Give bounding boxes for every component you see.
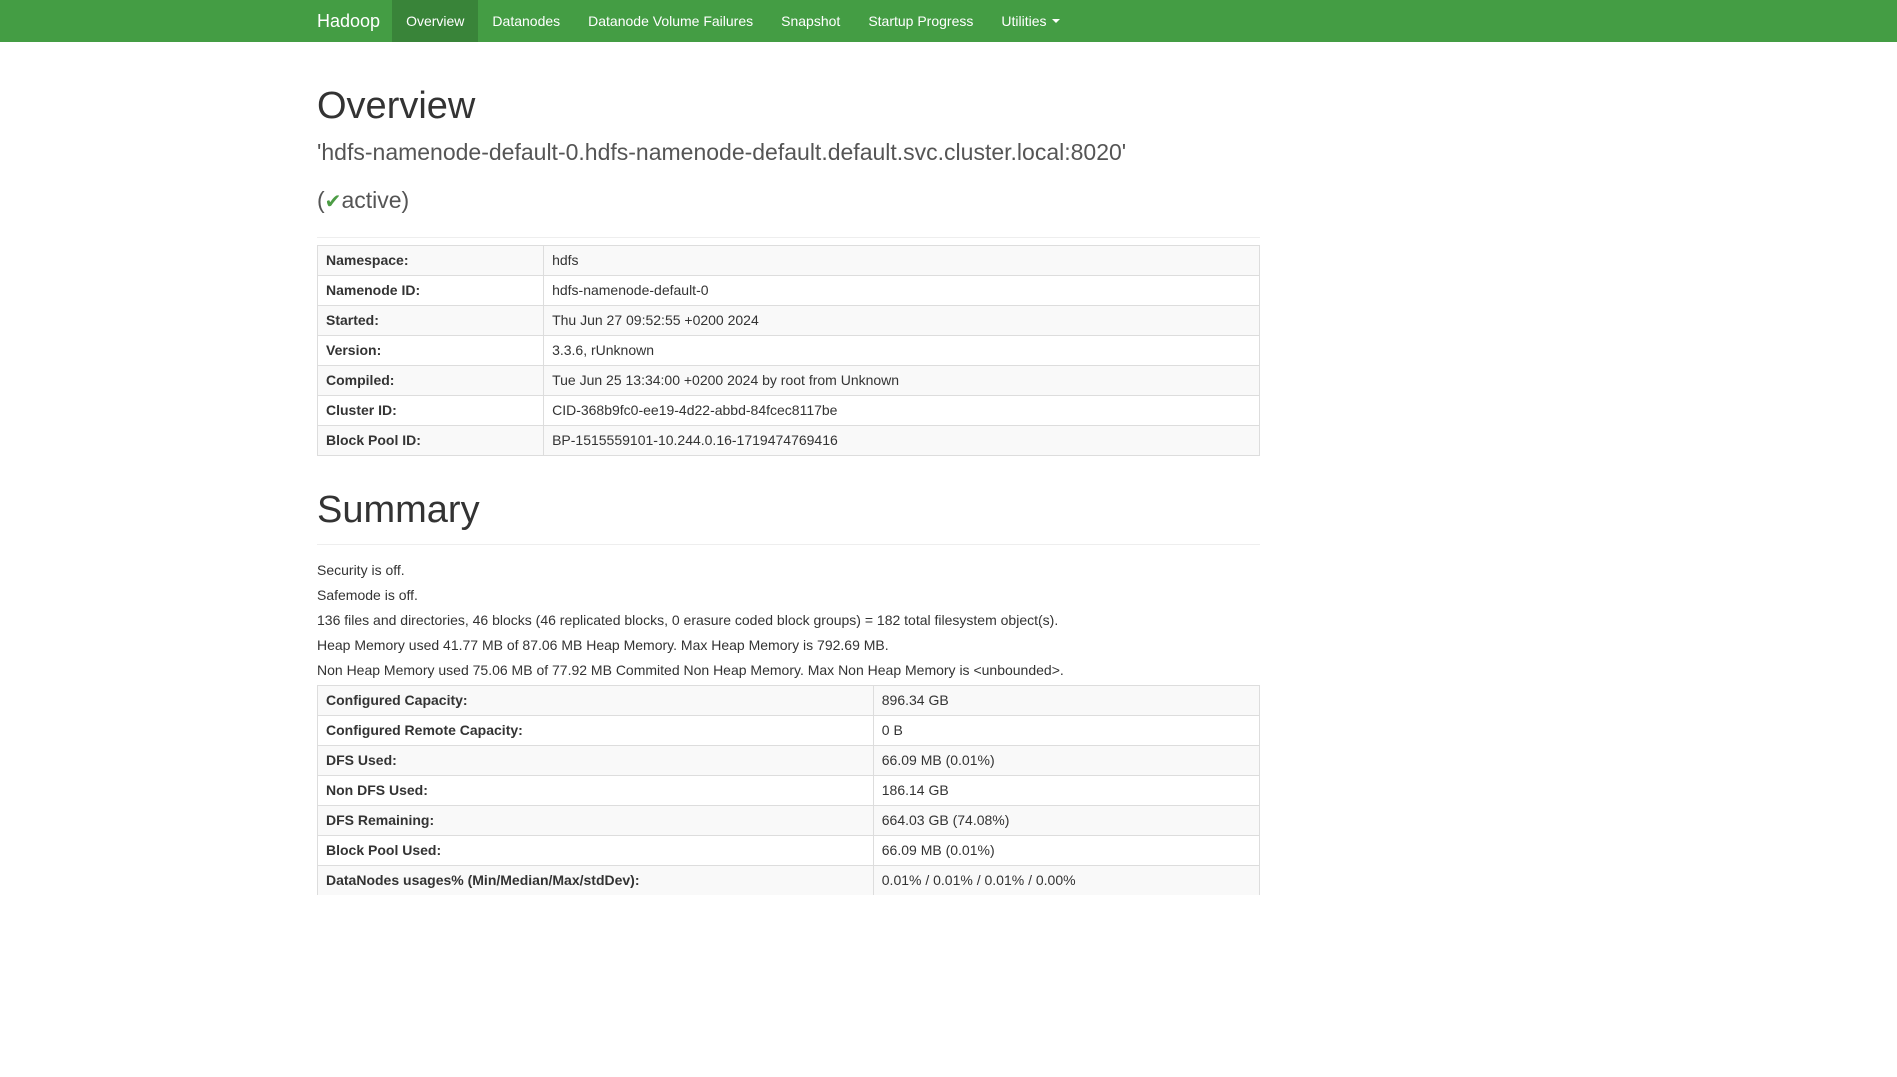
table-row: Started: Thu Jun 27 09:52:55 +0200 2024	[318, 306, 1260, 336]
table-row: DFS Remaining: 664.03 GB (74.08%)	[318, 806, 1260, 836]
row-label: Namespace:	[318, 246, 544, 276]
table-row: DataNodes usages% (Min/Median/Max/stdDev…	[318, 866, 1260, 895]
check-icon: ✔	[325, 191, 342, 213]
row-value: 66.09 MB (0.01%)	[873, 746, 1259, 776]
namenode-status: (✔active)	[317, 176, 1260, 218]
top-navbar: Hadoop Overview Datanodes Datanode Volum…	[0, 0, 1897, 42]
table-row: Non DFS Used: 186.14 GB	[318, 776, 1260, 806]
row-label: Block Pool Used:	[318, 836, 874, 866]
table-row: Namenode ID: hdfs-namenode-default-0	[318, 276, 1260, 306]
table-row: Configured Remote Capacity: 0 B	[318, 716, 1260, 746]
status-paren-open: (	[317, 187, 325, 213]
nav-dropdown-utilities-label: Utilities	[1001, 13, 1046, 29]
nav-tab-snapshot[interactable]: Snapshot	[767, 0, 854, 42]
row-value: 0.01% / 0.01% / 0.01% / 0.00%	[873, 866, 1259, 895]
heap-memory-text: Heap Memory used 41.77 MB of 87.06 MB He…	[317, 635, 1260, 655]
row-value: hdfs	[544, 246, 1260, 276]
row-value: 896.34 GB	[873, 686, 1259, 716]
table-row: Namespace: hdfs	[318, 246, 1260, 276]
row-label: Non DFS Used:	[318, 776, 874, 806]
table-row: Block Pool ID: BP-1515559101-10.244.0.16…	[318, 426, 1260, 456]
nav-tab-datanodes[interactable]: Datanodes	[478, 0, 574, 42]
table-row: Block Pool Used: 66.09 MB (0.01%)	[318, 836, 1260, 866]
namenode-address: 'hdfs-namenode-default-0.hdfs-namenode-d…	[317, 139, 1126, 165]
row-label: DataNodes usages% (Min/Median/Max/stdDev…	[318, 866, 874, 895]
nav-tab-startup-progress[interactable]: Startup Progress	[854, 0, 987, 42]
row-label: DFS Remaining:	[318, 806, 874, 836]
table-row: Cluster ID: CID-368b9fc0-ee19-4d22-abbd-…	[318, 396, 1260, 426]
table-row: Configured Capacity: 896.34 GB	[318, 686, 1260, 716]
row-label: DFS Used:	[318, 746, 874, 776]
row-label: Cluster ID:	[318, 396, 544, 426]
summary-divider	[317, 544, 1260, 545]
row-value: hdfs-namenode-default-0	[544, 276, 1260, 306]
caret-down-icon	[1052, 19, 1060, 23]
row-label: Started:	[318, 306, 544, 336]
filesystem-objects-text: 136 files and directories, 46 blocks (46…	[317, 610, 1260, 630]
summary-table: Configured Capacity: 896.34 GB Configure…	[317, 685, 1260, 895]
page-header: Overview 'hdfs-namenode-default-0.hdfs-n…	[317, 86, 1260, 238]
nav-tab-datanode-volume-failures-label: Datanode Volume Failures	[588, 13, 753, 29]
nav-tab-overview-label: Overview	[406, 13, 464, 29]
safemode-status-text: Safemode is off.	[317, 585, 1260, 605]
row-value: 3.3.6, rUnknown	[544, 336, 1260, 366]
navbar-container: Hadoop Overview Datanodes Datanode Volum…	[317, 0, 1260, 42]
row-label: Block Pool ID:	[318, 426, 544, 456]
navbar-menu: Overview Datanodes Datanode Volume Failu…	[392, 0, 1073, 42]
summary-title: Summary	[317, 490, 1260, 532]
row-value: Tue Jun 25 13:34:00 +0200 2024 by root f…	[544, 366, 1260, 396]
table-row: Version: 3.3.6, rUnknown	[318, 336, 1260, 366]
row-value: CID-368b9fc0-ee19-4d22-abbd-84fcec8117be	[544, 396, 1260, 426]
row-value: Thu Jun 27 09:52:55 +0200 2024	[544, 306, 1260, 336]
nav-tab-datanodes-label: Datanodes	[492, 13, 560, 29]
page-title-text: Overview	[317, 85, 475, 127]
hadoop-brand-link[interactable]: Hadoop	[317, 0, 380, 42]
table-row: DFS Used: 66.09 MB (0.01%)	[318, 746, 1260, 776]
row-label: Compiled:	[318, 366, 544, 396]
browser-viewport: Hadoop Overview Datanodes Datanode Volum…	[0, 0, 1897, 895]
nav-tab-snapshot-label: Snapshot	[781, 13, 840, 29]
nav-tab-overview[interactable]: Overview	[392, 0, 478, 42]
row-value: 186.14 GB	[873, 776, 1259, 806]
row-label: Namenode ID:	[318, 276, 544, 306]
row-label: Configured Capacity:	[318, 686, 874, 716]
nav-tab-datanode-volume-failures[interactable]: Datanode Volume Failures	[574, 0, 767, 42]
namenode-info-table: Namespace: hdfs Namenode ID: hdfs-nameno…	[317, 245, 1260, 456]
row-value: 0 B	[873, 716, 1259, 746]
page-title: Overview 'hdfs-namenode-default-0.hdfs-n…	[317, 86, 1260, 217]
row-value: 664.03 GB (74.08%)	[873, 806, 1259, 836]
row-label: Configured Remote Capacity:	[318, 716, 874, 746]
table-row: Compiled: Tue Jun 25 13:34:00 +0200 2024…	[318, 366, 1260, 396]
main-content: Overview 'hdfs-namenode-default-0.hdfs-n…	[317, 42, 1260, 895]
nav-dropdown-utilities[interactable]: Utilities	[987, 0, 1073, 42]
nav-tab-startup-progress-label: Startup Progress	[868, 13, 973, 29]
status-text: active)	[341, 187, 409, 213]
row-value: 66.09 MB (0.01%)	[873, 836, 1259, 866]
row-label: Version:	[318, 336, 544, 366]
row-value: BP-1515559101-10.244.0.16-1719474769416	[544, 426, 1260, 456]
non-heap-memory-text: Non Heap Memory used 75.06 MB of 77.92 M…	[317, 660, 1260, 680]
security-status-text: Security is off.	[317, 560, 1260, 580]
